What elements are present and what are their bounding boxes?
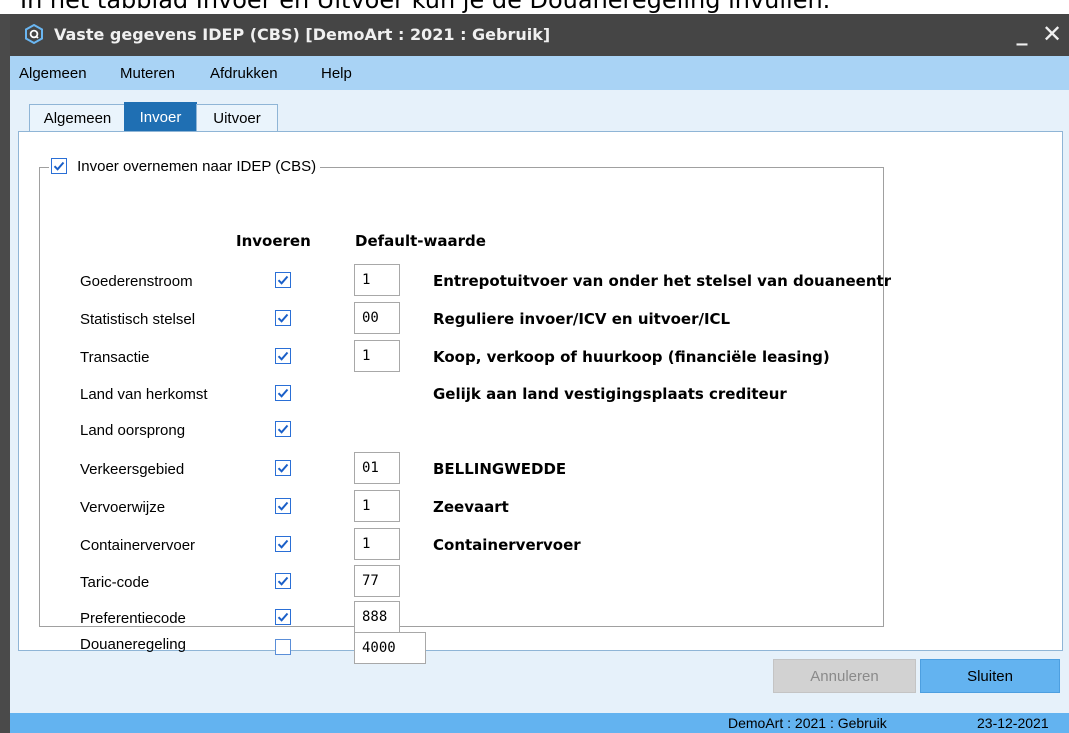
desc-statistisch-stelsel: Reguliere invoer/ICV en uitvoer/ICL [433, 310, 731, 328]
field-containervervoer[interactable]: 1 [354, 528, 400, 560]
menu-bar: Algemeen Muteren Afdrukken Help [10, 56, 1069, 90]
row-label-land-van-herkomst: Land van herkomst [80, 386, 208, 403]
checkbox-containervervoer[interactable] [275, 536, 291, 552]
checkbox-verkeersgebied[interactable] [275, 460, 291, 476]
field-preferentiecode[interactable]: 888 [354, 601, 400, 633]
title-bar[interactable]: Vaste gegevens IDEP (CBS) [DemoArt : 202… [10, 14, 1069, 56]
checkbox-preferentiecode[interactable] [275, 609, 291, 625]
window-title: Vaste gegevens IDEP (CBS) [DemoArt : 202… [54, 25, 551, 44]
field-vervoerwijze[interactable]: 1 [354, 490, 400, 522]
checkmark-icon [277, 388, 289, 398]
checkbox-land-oorsprong[interactable] [275, 421, 291, 437]
field-statistisch-stelsel[interactable]: 00 [354, 302, 400, 334]
cancel-button[interactable]: Annuleren [773, 659, 916, 693]
checkbox-transactie[interactable] [275, 348, 291, 364]
checkmark-icon [277, 501, 289, 511]
status-bar: DemoArt : 2021 : Gebruik 23-12-2021 [10, 713, 1069, 733]
row-label-vervoerwijze: Vervoerwijze [80, 499, 166, 516]
row-label-containervervoer: Containervervoer [80, 537, 196, 554]
invoer-tab-panel: Invoer overnemen naar IDEP (CBS) Invoere… [18, 131, 1063, 664]
checkbox-taric-code[interactable] [275, 573, 291, 589]
status-date: 23-12-2021 [977, 715, 1049, 731]
row-label-goederenstroom: Goederenstroom [80, 273, 193, 290]
checkmark-icon [277, 463, 289, 473]
menu-muteren[interactable]: Muteren [120, 65, 175, 82]
desc-verkeersgebied: BELLINGWEDDE [433, 460, 567, 478]
header-invoeren: Invoeren [236, 232, 311, 250]
tab-invoer[interactable]: Invoer [124, 102, 197, 132]
group-legend[interactable]: Invoer overnemen naar IDEP (CBS) [49, 156, 321, 178]
minimize-button[interactable]: _ [1010, 20, 1034, 48]
window-frame-left [0, 14, 10, 733]
checkmark-icon [277, 275, 289, 285]
content-area: Algemeen Invoer Uitvoer Invoer overnemen… [10, 90, 1069, 713]
row-label-preferentiecode: Preferentiecode [80, 610, 186, 627]
checkmark-icon [277, 313, 289, 323]
row-label-land-oorsprong: Land oorsprong [80, 422, 186, 439]
checkmark-icon [53, 161, 65, 171]
tab-uitvoer[interactable]: Uitvoer [196, 104, 278, 132]
desc-vervoerwijze: Zeevaart [433, 498, 509, 516]
close-window-button[interactable]: ✕ [1038, 20, 1066, 48]
menu-help[interactable]: Help [321, 65, 352, 82]
desc-transactie: Koop, verkoop of huurkoop (financiële le… [433, 348, 830, 366]
group-label: Invoer overnemen naar IDEP (CBS) [77, 158, 317, 175]
tutorial-caption: In het tabblad Invoer en Uitvoer kun je … [0, 0, 1069, 14]
menu-afdrukken[interactable]: Afdrukken [210, 65, 278, 82]
app-icon [25, 24, 43, 44]
checkbox-goederenstroom[interactable] [275, 272, 291, 288]
desc-goederenstroom: Entrepotuitvoer van onder het stelsel va… [433, 272, 891, 290]
status-context: DemoArt : 2021 : Gebruik [728, 715, 887, 731]
close-button[interactable]: Sluiten [920, 659, 1060, 693]
checkbox-vervoerwijze[interactable] [275, 498, 291, 514]
checkbox-statistisch-stelsel[interactable] [275, 310, 291, 326]
field-goederenstroom[interactable]: 1 [354, 264, 400, 296]
row-label-douaneregeling: Douaneregeling [80, 636, 186, 653]
tutorial-caption-text: In het tabblad Invoer en Uitvoer kun je … [20, 0, 831, 14]
checkmark-icon [277, 424, 289, 434]
row-label-taric-code: Taric-code [80, 574, 150, 591]
header-default-waarde: Default-waarde [355, 232, 486, 250]
row-label-statistisch-stelsel: Statistisch stelsel [80, 311, 196, 328]
row-label-verkeersgebied: Verkeersgebied [80, 461, 185, 478]
field-verkeersgebied[interactable]: 01 [354, 452, 400, 484]
checkmark-icon [277, 612, 289, 622]
field-transactie[interactable]: 1 [354, 340, 400, 372]
checkmark-icon [277, 351, 289, 361]
desc-containervervoer: Containervervoer [433, 536, 581, 554]
field-douaneregeling[interactable]: 4000 [354, 632, 426, 664]
row-label-transactie: Transactie [80, 349, 150, 366]
checkmark-icon [277, 576, 289, 586]
field-taric-code[interactable]: 77 [354, 565, 400, 597]
checkbox-land-van-herkomst[interactable] [275, 385, 291, 401]
tab-algemeen[interactable]: Algemeen [29, 104, 126, 132]
checkbox-douaneregeling[interactable] [275, 639, 291, 655]
idep-settings-window: Vaste gegevens IDEP (CBS) [DemoArt : 202… [10, 14, 1069, 733]
checkmark-icon [277, 539, 289, 549]
desc-land-van-herkomst: Gelijk aan land vestigingsplaats credite… [433, 385, 787, 403]
group-checkbox[interactable] [51, 157, 67, 174]
menu-algemeen[interactable]: Algemeen [19, 65, 87, 82]
